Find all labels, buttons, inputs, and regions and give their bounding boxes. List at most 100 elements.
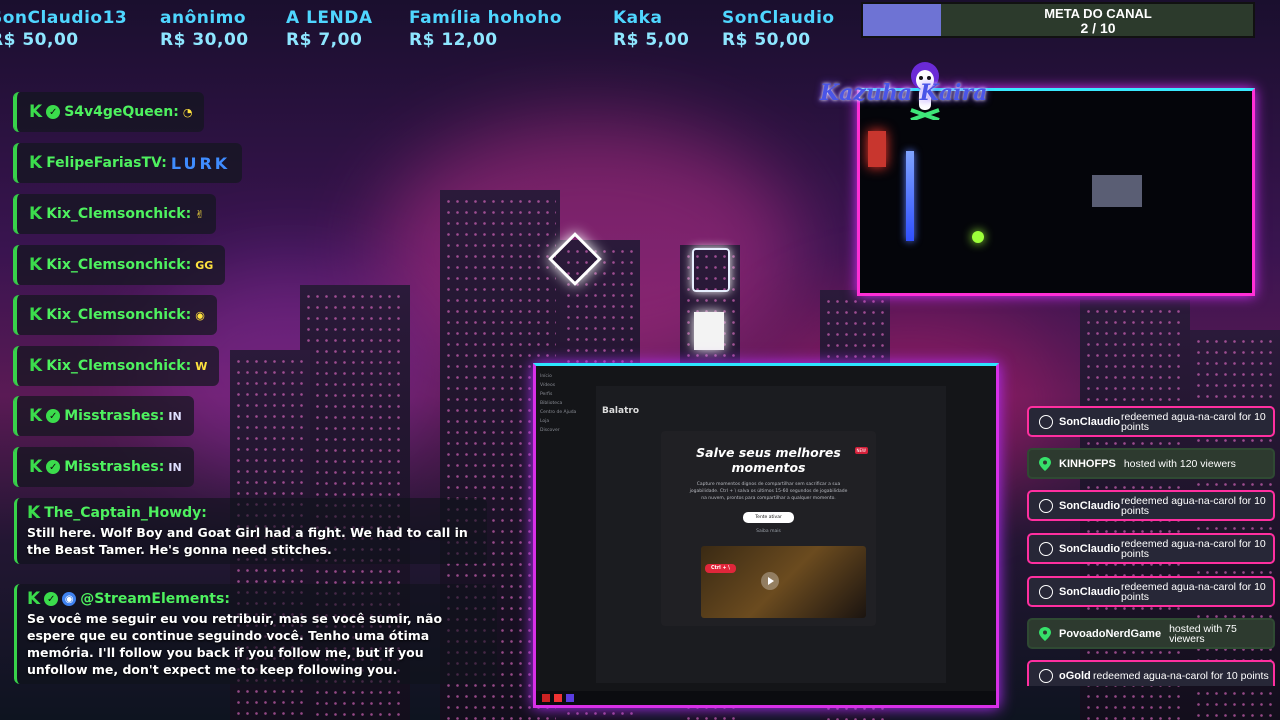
event-username: SonClaudio bbox=[1059, 499, 1121, 512]
event-redeem: SonClaudio redeemed agua-na-carol for 10… bbox=[1027, 576, 1275, 607]
channel-logo-text: Kazuha Kaira bbox=[820, 80, 988, 106]
ticker-donation-amount: R$ 12,00 bbox=[409, 30, 498, 50]
event-text: redeemed agua-na-carol for 10 points bbox=[1121, 410, 1266, 433]
kick-icon: K bbox=[27, 503, 41, 523]
sidebar-item[interactable]: Vídeos bbox=[540, 381, 596, 390]
verified-badge-icon: ✓ bbox=[46, 409, 61, 423]
channel-points-icon bbox=[1039, 541, 1053, 556]
chat-username: Kix_Clemsonchick: bbox=[46, 206, 192, 222]
sidebar-item[interactable]: Centro de Ajuda bbox=[540, 408, 596, 417]
taskbar-app-icon[interactable] bbox=[566, 694, 574, 702]
chat-message: K ✓ Misstrashes: IN bbox=[14, 396, 194, 436]
webcam-monitor bbox=[1092, 175, 1142, 207]
webcam-light bbox=[868, 131, 886, 167]
event-redeem: SonClaudio redeemed agua-na-carol for 10… bbox=[1027, 490, 1275, 521]
play-icon[interactable] bbox=[761, 572, 779, 590]
ticker-donation-amount: R$ 30,00 bbox=[160, 30, 249, 50]
neon-sign-cyber bbox=[692, 248, 730, 292]
channel-goal-bar: META DO CANAL 2 / 10 bbox=[861, 2, 1255, 38]
captured-screen: Início Vídeos Perfis Biblioteca Centro d… bbox=[533, 363, 999, 708]
event-text: hosted with 120 viewers bbox=[1123, 457, 1236, 470]
ticker-donation-amount: R$ 50,00 bbox=[722, 30, 811, 50]
chat-username: Kix_Clemsonchick: bbox=[46, 358, 192, 374]
channel-points-icon bbox=[1039, 414, 1053, 429]
event-username: SonClaudio bbox=[1059, 415, 1121, 428]
ticker-donor-name: Família hohoho bbox=[409, 8, 563, 28]
event-host: PovoadoNerdGame hosted with 75 viewers bbox=[1027, 618, 1275, 649]
ticker-donor-name: A LENDA bbox=[286, 8, 373, 28]
event-username: SonClaudio bbox=[1059, 585, 1121, 598]
ticker-item: A LENDA R$ 7,00 bbox=[286, 8, 373, 50]
channel-points-icon bbox=[1039, 584, 1053, 599]
goal-progress-fill bbox=[863, 4, 941, 36]
chat-emote: ◔ bbox=[182, 105, 193, 119]
ticker-item: Kaka R$ 5,00 bbox=[613, 8, 689, 50]
chat-username: The_Captain_Howdy: bbox=[44, 505, 207, 521]
chat-emote: ◉ bbox=[195, 308, 205, 322]
app-sidebar: Início Vídeos Perfis Biblioteca Centro d… bbox=[540, 372, 596, 685]
chat-message: K Kix_Clemsonchick: W bbox=[14, 346, 220, 386]
chat-emote: GG bbox=[195, 258, 214, 272]
activate-button[interactable]: Tente ativar bbox=[743, 512, 794, 523]
webcam-light bbox=[972, 231, 984, 243]
chat-emote: ✌ bbox=[195, 207, 205, 221]
kick-icon: K bbox=[29, 457, 43, 477]
kick-icon: K bbox=[29, 102, 43, 122]
taskbar bbox=[536, 691, 996, 705]
ticker-donation-amount: R$ 7,00 bbox=[286, 30, 363, 50]
event-feed: SonClaudio redeemed agua-na-carol for 10… bbox=[1027, 406, 1277, 686]
ticker-donor-name: Kaka bbox=[613, 8, 663, 28]
chat-overlay: K ✓ S4v4geQueen: ◔ K FelipeFariasTV: LUR… bbox=[14, 90, 514, 700]
chat-message-text: Se você me seguir eu vou retribuir, mas … bbox=[27, 611, 443, 677]
channel-points-icon bbox=[1039, 668, 1053, 683]
verified-badge-icon: ✓ bbox=[46, 460, 61, 474]
bot-badge-icon: ◉ bbox=[62, 592, 77, 606]
ticker-item: anônimo R$ 30,00 bbox=[160, 8, 249, 50]
modal-description: Capture momentos dignos de compartilhar … bbox=[689, 482, 848, 501]
ticker-donor-name: SonClaudio13 bbox=[0, 8, 128, 28]
taskbar-app-icon[interactable] bbox=[542, 694, 550, 702]
chat-message: K ✓ Misstrashes: IN bbox=[14, 447, 194, 487]
event-redeem: oGold redeemed agua-na-carol for 10 poin… bbox=[1027, 660, 1275, 686]
event-text: hosted with 75 viewers bbox=[1169, 622, 1237, 645]
event-username: KINHOFPS bbox=[1059, 457, 1116, 470]
sidebar-item[interactable]: Biblioteca bbox=[540, 399, 596, 408]
sidebar-item[interactable]: Perfis bbox=[540, 390, 596, 399]
sidebar-item[interactable]: Discover bbox=[540, 426, 596, 435]
kick-icon: K bbox=[29, 356, 43, 376]
highlight-promo-modal: NEW Salve seus melhores momentos Capture… bbox=[661, 431, 876, 626]
taskbar-app-icon[interactable] bbox=[554, 694, 562, 702]
goal-label: META DO CANAL 2 / 10 bbox=[943, 6, 1253, 36]
event-redeem: SonClaudio redeemed agua-na-carol for 10… bbox=[1027, 406, 1275, 437]
location-pin-icon bbox=[1039, 456, 1051, 471]
new-badge: NEW bbox=[854, 447, 868, 454]
chat-message: K ✓ S4v4geQueen: ◔ bbox=[14, 92, 205, 132]
event-text: redeemed agua-na-carol for 10 points bbox=[1093, 669, 1269, 682]
ticker-item: SonClaudio13 R$ 50,00 bbox=[0, 8, 127, 50]
event-text: redeemed agua-na-carol for 10 points bbox=[1121, 494, 1266, 517]
ticker-donation-amount: R$ 5,00 bbox=[613, 30, 690, 50]
goal-count: 2 / 10 bbox=[1080, 20, 1116, 36]
event-host: KINHOFPS hosted with 120 viewers bbox=[1027, 448, 1275, 479]
chat-message: K Kix_Clemsonchick: ◉ bbox=[14, 295, 217, 335]
chat-username: FelipeFariasTV: bbox=[46, 155, 167, 171]
sidebar-item[interactable]: Início bbox=[540, 372, 596, 381]
learn-more-link[interactable]: Saiba mais bbox=[661, 529, 876, 534]
neon-sign-n bbox=[694, 312, 724, 350]
chat-emote: LURK bbox=[170, 153, 231, 173]
ticker-donation-amount: R$ 50,00 bbox=[0, 30, 79, 50]
chat-username: Kix_Clemsonchick: bbox=[46, 257, 192, 273]
modal-heading: Salve seus melhores momentos bbox=[696, 445, 841, 475]
location-pin-icon bbox=[1039, 626, 1051, 641]
hotkey-chip: Ctrl + \ bbox=[705, 564, 736, 573]
chat-username: Misstrashes: bbox=[64, 408, 165, 424]
goal-title: META DO CANAL bbox=[1044, 6, 1152, 21]
sidebar-item[interactable]: Loja bbox=[540, 417, 596, 426]
event-username: SonClaudio bbox=[1059, 542, 1121, 555]
ticker-item: Família hohoho R$ 12,00 bbox=[409, 8, 562, 50]
chat-message: K FelipeFariasTV: LURK bbox=[14, 143, 243, 183]
event-text: redeemed agua-na-carol for 10 points bbox=[1121, 580, 1266, 603]
chat-message: K Kix_Clemsonchick: ✌ bbox=[14, 194, 217, 234]
kick-icon: K bbox=[29, 255, 43, 275]
chat-message: K The_Captain_Howdy: Still here. Wolf Bo… bbox=[14, 498, 487, 564]
